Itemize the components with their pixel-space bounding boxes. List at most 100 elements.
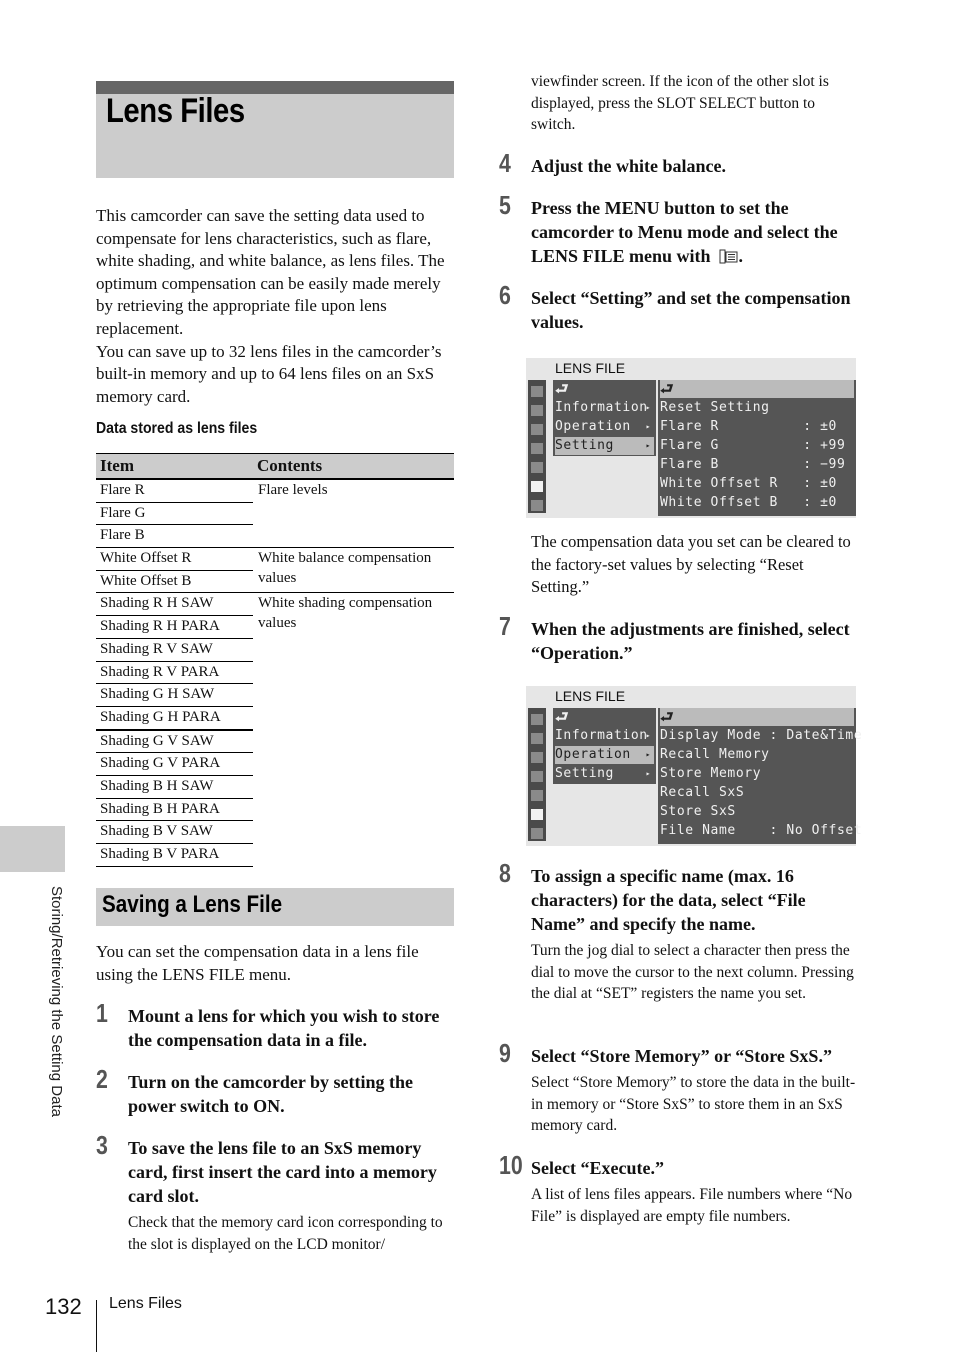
step-description: Select “Store Memory” to store the data … xyxy=(531,1074,856,1134)
step-description: Check that the memory card icon correspo… xyxy=(128,1214,443,1253)
item-cell: Shading B V SAW xyxy=(96,820,253,844)
step-number: 5 xyxy=(499,190,511,220)
lens-file-icon[interactable] xyxy=(531,481,543,492)
submenu-item[interactable]: File Name : No Offset xyxy=(660,822,862,840)
others-icon[interactable] xyxy=(531,828,543,839)
item-cell: Shading G H SAW xyxy=(96,683,253,707)
camera-icon[interactable] xyxy=(531,386,543,397)
menu-item-operation[interactable]: Operation ▸ xyxy=(555,746,654,764)
lens-file-icon[interactable] xyxy=(531,809,543,820)
lcd-left-menu: ⮐ Information ▸ Operation ▸ Setting ▸ xyxy=(553,708,656,784)
submenu-arrow-icon: ▸ xyxy=(645,769,651,778)
step-number: 3 xyxy=(96,1130,108,1160)
video-icon[interactable] xyxy=(531,752,543,763)
item-cell: Flare B xyxy=(96,524,253,549)
submenu-item[interactable]: Flare G : +99 xyxy=(660,437,854,455)
timecode-icon[interactable] xyxy=(531,790,543,801)
menu-item-information[interactable]: Information ▸ xyxy=(555,727,654,745)
audio-icon[interactable] xyxy=(531,733,543,744)
item-cell: Flare R xyxy=(96,479,253,503)
item-cell: Shading G H PARA xyxy=(96,706,253,731)
column-header-item: Item xyxy=(96,453,253,480)
table-body: Flare R Flare levels Flare G Flare B White O… xyxy=(96,479,454,867)
step-number: 9 xyxy=(499,1038,511,1068)
step-title: Adjust the white balance. xyxy=(531,156,727,176)
camera-icon[interactable] xyxy=(531,714,543,725)
step-title-suffix: . xyxy=(738,246,744,266)
submenu-arrow-icon: ▸ xyxy=(645,403,651,412)
item-cell: Shading R V SAW xyxy=(96,638,253,662)
step-number: 7 xyxy=(499,611,511,641)
back-icon[interactable]: ⮐ xyxy=(555,708,654,726)
step-number: 10 xyxy=(499,1150,523,1180)
lens-file-menu-icon xyxy=(719,249,738,264)
menu-item-label: Setting xyxy=(555,438,614,453)
footer-section-title: Lens Files xyxy=(109,1295,182,1312)
submenu-arrow-icon: ▸ xyxy=(645,441,651,450)
section-title: Saving a Lens File xyxy=(102,891,283,918)
submenu-item[interactable]: Reset Setting xyxy=(660,399,854,417)
submenu-item[interactable]: Flare R : ±0 xyxy=(660,418,854,436)
menu-category-icons xyxy=(528,380,546,513)
column-header-contents: Contents xyxy=(253,453,454,480)
step-number: 6 xyxy=(499,280,511,310)
step-title: Turn on the camcorder by setting the pow… xyxy=(128,1072,413,1116)
submenu-arrow-icon: ▸ xyxy=(645,750,651,759)
page-title-block: Lens Files xyxy=(96,81,454,178)
item-cell: Shading G V SAW xyxy=(96,729,253,754)
submenu-item[interactable]: Display Mode : Date&Time xyxy=(660,727,862,745)
step-title: Select “Store Memory” or “Store SxS.” xyxy=(531,1046,832,1066)
chapter-tab xyxy=(0,826,65,872)
submenu-item[interactable]: White Offset R : ±0 xyxy=(660,475,854,493)
menu-item-label: Operation xyxy=(555,747,631,762)
submenu-item[interactable]: Recall Memory xyxy=(660,746,854,764)
step-number: 1 xyxy=(96,998,108,1028)
contents-cell: Flare levels xyxy=(258,482,328,498)
menu-item-operation[interactable]: Operation ▸ xyxy=(555,418,654,436)
others-icon[interactable] xyxy=(531,500,543,511)
step-description: The compensation data you set can be cle… xyxy=(531,532,851,597)
submenu-item[interactable]: White Offset B : ±0 xyxy=(660,494,854,512)
step-number: 8 xyxy=(499,858,511,888)
lens-data-table: Item Contents Flare R Flare levels Flare G… xyxy=(96,453,454,867)
picture-icon[interactable] xyxy=(531,771,543,782)
table-row: Flare R Flare levels xyxy=(96,479,454,503)
submenu-item[interactable]: Store SxS xyxy=(660,803,854,821)
back-icon[interactable]: ⮐ xyxy=(660,380,854,398)
step-title: Press the MENU button to set the camcord… xyxy=(531,196,861,268)
timecode-icon[interactable] xyxy=(531,462,543,473)
item-cell: Shading G V PARA xyxy=(96,752,253,776)
menu-item-setting[interactable]: Setting ▸ xyxy=(555,765,654,783)
menu-item-setting[interactable]: Setting ▸ xyxy=(555,437,654,455)
submenu-item[interactable]: Recall SxS xyxy=(660,784,854,802)
step-number: 4 xyxy=(499,148,511,178)
item-cell: Shading R H PARA xyxy=(96,615,253,639)
back-icon[interactable]: ⮐ xyxy=(555,380,654,398)
menu-item-label: Setting xyxy=(555,766,614,781)
picture-icon[interactable] xyxy=(531,443,543,454)
item-cell: Flare G xyxy=(96,502,253,526)
submenu-item[interactable]: Store Memory xyxy=(660,765,854,783)
item-cell: Shading R V PARA xyxy=(96,661,253,685)
lcd-menu-screen-setting: LENS FILE ⮐ Information ▸ Operation ▸ Setting ▸… xyxy=(526,358,856,518)
contents-cell: White shading compensation values xyxy=(253,592,454,867)
back-icon[interactable]: ⮐ xyxy=(660,708,854,726)
menu-item-information[interactable]: Information ▸ xyxy=(555,399,654,417)
step-title: When the adjustments are finished, selec… xyxy=(531,619,850,663)
submenu-item[interactable]: Flare B : −99 xyxy=(660,456,854,474)
menu-category-icons xyxy=(528,708,546,841)
table-header-row: Item Contents xyxy=(96,453,454,480)
item-cell: White Offset R xyxy=(96,547,253,571)
step-number: 2 xyxy=(96,1064,108,1094)
video-icon[interactable] xyxy=(531,424,543,435)
intro-paragraph: This camcorder can save the setting data… xyxy=(96,206,445,338)
step-description: Turn the jog dial to select a character … xyxy=(531,942,854,1002)
audio-icon[interactable] xyxy=(531,405,543,416)
step-title: Select “Execute.” xyxy=(531,1158,664,1178)
submenu-arrow-icon: ▸ xyxy=(645,422,651,431)
lcd-title: LENS FILE xyxy=(555,688,626,704)
item-cell: Shading B V PARA xyxy=(96,843,253,867)
section-intro: You can set the compensation data in a l… xyxy=(96,942,419,984)
item-cell: White Offset B xyxy=(96,570,253,594)
step-title: Select “Setting” and set the compensatio… xyxy=(531,288,851,332)
